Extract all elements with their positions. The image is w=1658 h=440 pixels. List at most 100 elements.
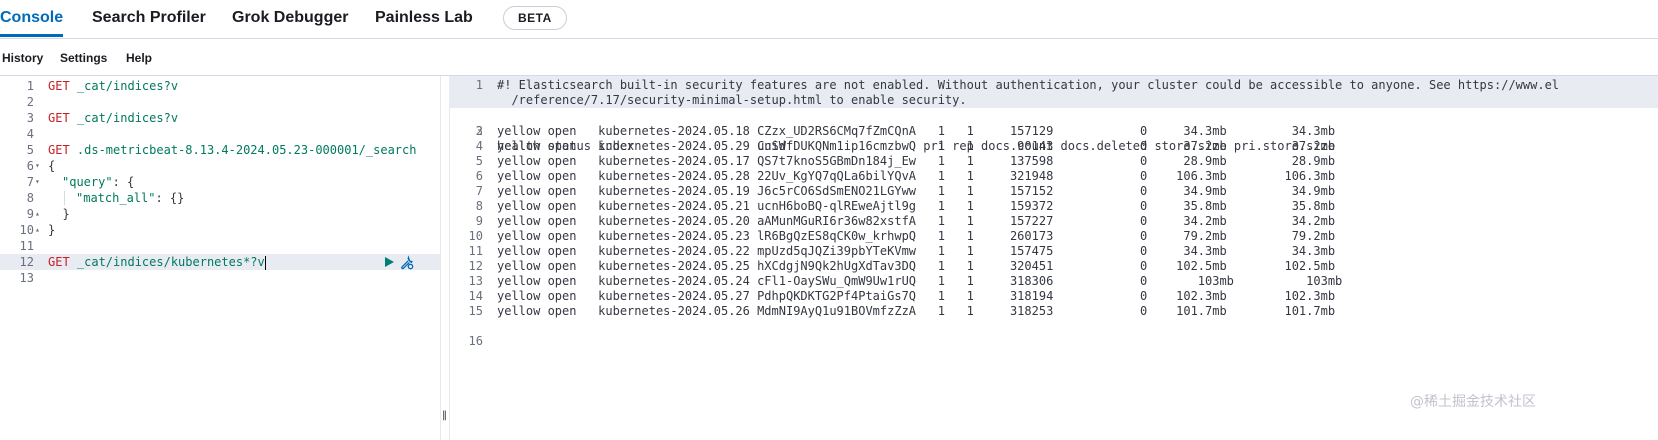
watermark: @稀土掘金技术社区 [1410,394,1536,410]
request-editor[interactable]: 1 GET _cat/indices?v 2 3 GET _cat/indice… [0,76,440,440]
code: "match_all": {} [76,190,184,206]
code: } [48,207,70,221]
output-header-row: 2 health status index uuid pri rep docs.… [449,109,1658,153]
line-number: 14 [468,289,483,303]
editor-line: 11 [0,238,440,254]
tab-search-profiler[interactable]: Search Profiler [92,0,206,36]
line-number: 10 [468,229,483,243]
table-row: 13 yellow open kubernetes-2024.05.24 cFl1… [449,274,1658,290]
row-text: yellow open kubernetes-2024.05.19 J6c5rC… [497,184,1336,198]
line-number: 13 [468,274,483,288]
json-punct: : { [112,175,135,189]
method: GET [48,143,70,157]
line-number: 1 [26,79,34,93]
line-number: 2 [26,95,34,109]
line-number: 7 [26,175,34,189]
line-number: 11 [468,244,483,258]
line-number: 1 [475,78,483,92]
line-number: 16 [468,334,483,348]
editor-line: 1 GET _cat/indices?v [0,78,440,94]
editor-line: 2 [0,94,440,110]
editor-line: 13 [0,270,440,286]
line-number: 6 [475,169,483,183]
tab-grok-debugger[interactable]: Grok Debugger [232,0,348,36]
table-row: 14 yellow open kubernetes-2024.05.27 Pdhp… [449,289,1658,305]
output-warning: 1 #! Elasticsearch built-in security fea… [449,76,1658,108]
menu-history[interactable]: History [2,51,43,65]
url: .ds-metricbeat-8.13.4-2024.05.23-000001/… [69,143,417,157]
url: _cat/indices?v [69,111,179,125]
fold-toggle-icon[interactable]: ▾ [35,158,43,174]
row-text: yellow open kubernetes-2024.05.21 ucnH6b… [497,199,1336,213]
line-number: 4 [475,139,483,153]
editor-line: 7 ▾ "query": { [0,174,440,190]
fold-toggle-icon[interactable]: ▴ [35,222,43,238]
code: GET _cat/indices?v [48,110,178,126]
row-text: yellow open kubernetes-2024.05.24 cFl1-O… [497,274,1343,288]
indent-guide [64,191,65,205]
tab-console[interactable]: Console [0,0,64,37]
url: _cat/indices/kubernetes*?v [69,255,265,269]
row-text: yellow open kubernetes-2024.05.26 MdmNI9… [497,304,1336,318]
warning-text-cont: /reference/7.17/security-minimal-setup.h… [497,93,967,107]
row-text: yellow open kubernetes-2024.05.27 PdhpQK… [497,289,1336,303]
row-text: yellow open kubernetes-2024.05.20 aAMunM… [497,214,1336,228]
method: GET [48,111,70,125]
line-number: 5 [475,154,483,168]
line-number: 13 [19,271,34,285]
line-number: 12 [19,255,34,269]
tab-painless-lab[interactable]: Painless Lab [375,0,473,36]
beta-badge: BETA [503,6,567,30]
method: GET [48,255,70,269]
line-number: 4 [26,127,34,141]
table-row: 10 yellow open kubernetes-2024.05.23 lR6B… [449,229,1658,245]
editor-line-active: 12 GET _cat/indices/kubernetes*?v [0,254,440,270]
menu-settings[interactable]: Settings [60,51,107,65]
warning-text: #! Elasticsearch built-in security featu… [497,78,1560,92]
row-text: yellow open kubernetes-2024.05.28 22Uv_K… [497,169,1336,183]
text-cursor [264,255,266,270]
menu-help[interactable]: Help [126,51,152,65]
editor-line: 8 "match_all": {} [0,190,440,206]
json-key: "query" [62,175,113,189]
table-row: 15 yellow open kubernetes-2024.05.26 MdmN… [449,304,1658,320]
line-number: 7 [475,184,483,198]
line-number: 6 [26,159,34,173]
top-tab-bar: Console Search Profiler Grok Debugger Pa… [0,0,1658,39]
table-row: 3 yellow open kubernetes-2024.05.18 CZzx_… [449,124,1658,140]
editor-line: 4 [0,126,440,142]
line-number: 5 [26,143,34,157]
editor-line: 9 ▴ } [0,206,440,222]
line-number: 9 [475,214,483,228]
editor-line: 10 ▴ } [0,222,440,238]
response-output[interactable]: 1 #! Elasticsearch built-in security fea… [449,76,1658,440]
method: GET [48,79,70,93]
row-text: yellow open kubernetes-2024.05.23 lR6BgQ… [497,229,1336,243]
console-menu-bar: History Settings Help [0,39,1658,76]
row-text: yellow open kubernetes-2024.05.25 hXCdgj… [497,259,1336,273]
code: GET _cat/indices?v [48,78,178,94]
table-row: 9 yellow open kubernetes-2024.05.20 aAMun… [449,214,1658,230]
row-text: yellow open kubernetes-2024.05.18 CZzx_U… [497,124,1336,138]
code: GET .ds-metricbeat-8.13.4-2024.05.23-000… [48,142,416,158]
line-number: 15 [468,304,483,318]
json-punct: : {} [155,191,185,205]
fold-toggle-icon[interactable]: ▴ [35,206,43,222]
line-number: 3 [26,111,34,125]
line-number: 8 [26,191,34,205]
editor-line: 6 ▾ { [0,158,440,174]
url: _cat/indices?v [69,79,179,93]
row-text: yellow open kubernetes-2024.05.29 CnSWfD… [497,139,1336,153]
table-row: 7 yellow open kubernetes-2024.05.19 J6c5r… [449,184,1658,200]
line-number: 12 [468,259,483,273]
drag-handle-icon[interactable]: ‖ [442,410,447,421]
line-number: 3 [475,124,483,138]
code: "query": { [62,174,134,190]
editor-line: 3 GET _cat/indices?v [0,110,440,126]
code: { [48,159,56,173]
line-number: 10 [19,223,34,237]
code: GET _cat/indices/kubernetes*?v [48,254,266,270]
fold-toggle-icon[interactable]: ▾ [35,174,43,190]
line-number: 8 [475,199,483,213]
line-number: 9 [26,207,34,221]
